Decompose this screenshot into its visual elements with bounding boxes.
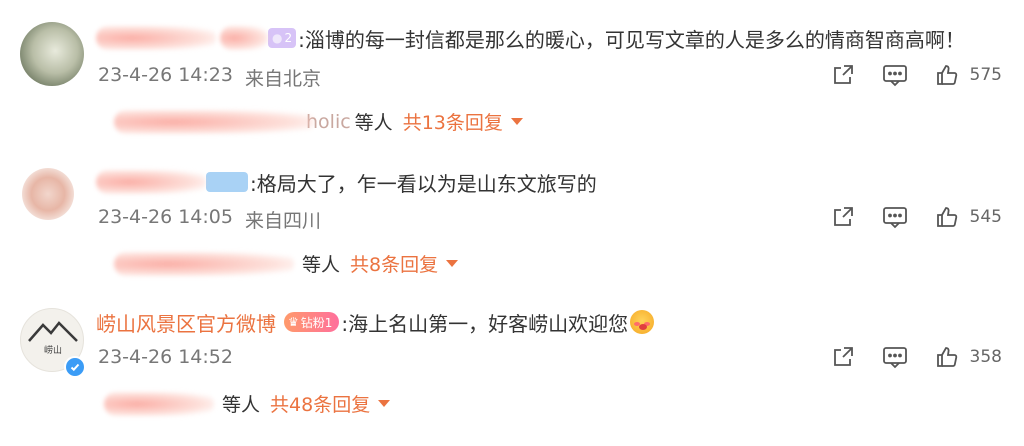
comment-item: ● 2 :淄博的每一封信都是那么的暖心，可见写文章的人是多么的情商智商高啊！ 23… bbox=[0, 0, 1024, 150]
reply-count-link[interactable]: 共48条回复 bbox=[270, 390, 391, 417]
blush-emoji-icon bbox=[630, 310, 655, 334]
blurred-username[interactable] bbox=[96, 26, 216, 50]
comment-icon[interactable] bbox=[882, 204, 908, 230]
verified-icon bbox=[64, 356, 86, 378]
comment-text: :淄博的每一封信都是那么的暖心，可见写文章的人是多么的情商智商高啊！ bbox=[298, 27, 965, 52]
like-count: 358 bbox=[969, 347, 1002, 367]
replies-summary[interactable]: holic 等人 共13条回复 bbox=[114, 108, 523, 135]
reply-count-link[interactable]: 共13条回复 bbox=[403, 108, 523, 135]
fan-badge: ● 2 bbox=[268, 28, 297, 48]
author-name[interactable]: 崂山风景区官方微博 bbox=[96, 308, 276, 337]
comment-icon[interactable] bbox=[882, 344, 908, 370]
like-count: 545 bbox=[969, 207, 1002, 227]
blurred-username bbox=[104, 391, 214, 416]
fan-badge: ♛ 钻粉1 bbox=[284, 312, 340, 332]
comment-text: :海上名山第一，好客崂山欢迎您 bbox=[341, 311, 629, 336]
comment-icon[interactable] bbox=[882, 62, 908, 88]
timestamp: 23-4-26 14:23 bbox=[98, 64, 233, 86]
location: 来自北京 bbox=[244, 68, 321, 90]
like-icon[interactable] bbox=[934, 62, 960, 88]
like-icon[interactable] bbox=[934, 204, 960, 230]
location: 来自四川 bbox=[244, 210, 321, 232]
timestamp: 23-4-26 14:05 bbox=[98, 206, 233, 228]
like-count: 575 bbox=[969, 65, 1002, 85]
chevron-down-icon bbox=[378, 400, 391, 407]
chevron-down-icon bbox=[446, 260, 459, 267]
avatar-logo-text: 崂山 bbox=[44, 345, 62, 356]
avatar[interactable] bbox=[22, 168, 74, 220]
comment-item: :格局大了，乍一看以为是山东文旅写的 23-4-26 14:05 来自四川 54… bbox=[0, 150, 1024, 290]
crown-icon: ♛ bbox=[288, 315, 299, 329]
replies-summary[interactable]: 等人 共8条回复 bbox=[114, 250, 459, 277]
fan-badge bbox=[206, 172, 248, 192]
comment-text: :格局大了，乍一看以为是山东文旅写的 bbox=[250, 171, 597, 196]
timestamp: 23-4-26 14:52 bbox=[98, 346, 233, 368]
replies-summary[interactable]: 等人 共48条回复 bbox=[104, 390, 391, 417]
like-icon[interactable] bbox=[934, 344, 960, 370]
replies-suffix: 等人 bbox=[302, 254, 341, 276]
share-icon[interactable] bbox=[830, 204, 856, 230]
blurred-username bbox=[114, 109, 314, 134]
share-icon[interactable] bbox=[830, 344, 856, 370]
replies-suffix: 等人 bbox=[222, 394, 261, 416]
chevron-down-icon bbox=[510, 118, 523, 125]
reply-count-link[interactable]: 共8条回复 bbox=[350, 250, 459, 277]
avatar[interactable] bbox=[20, 22, 84, 86]
blurred-username bbox=[114, 251, 294, 276]
share-icon[interactable] bbox=[830, 62, 856, 88]
comment-item: 崂山 崂山风景区官方微博 ♛ 钻粉1 :海上名山第一，好客崂山欢迎您 23-4-2… bbox=[0, 290, 1024, 446]
blurred-username bbox=[220, 26, 268, 50]
replies-suffix: 等人 bbox=[354, 112, 393, 134]
blurred-username[interactable] bbox=[96, 170, 206, 194]
